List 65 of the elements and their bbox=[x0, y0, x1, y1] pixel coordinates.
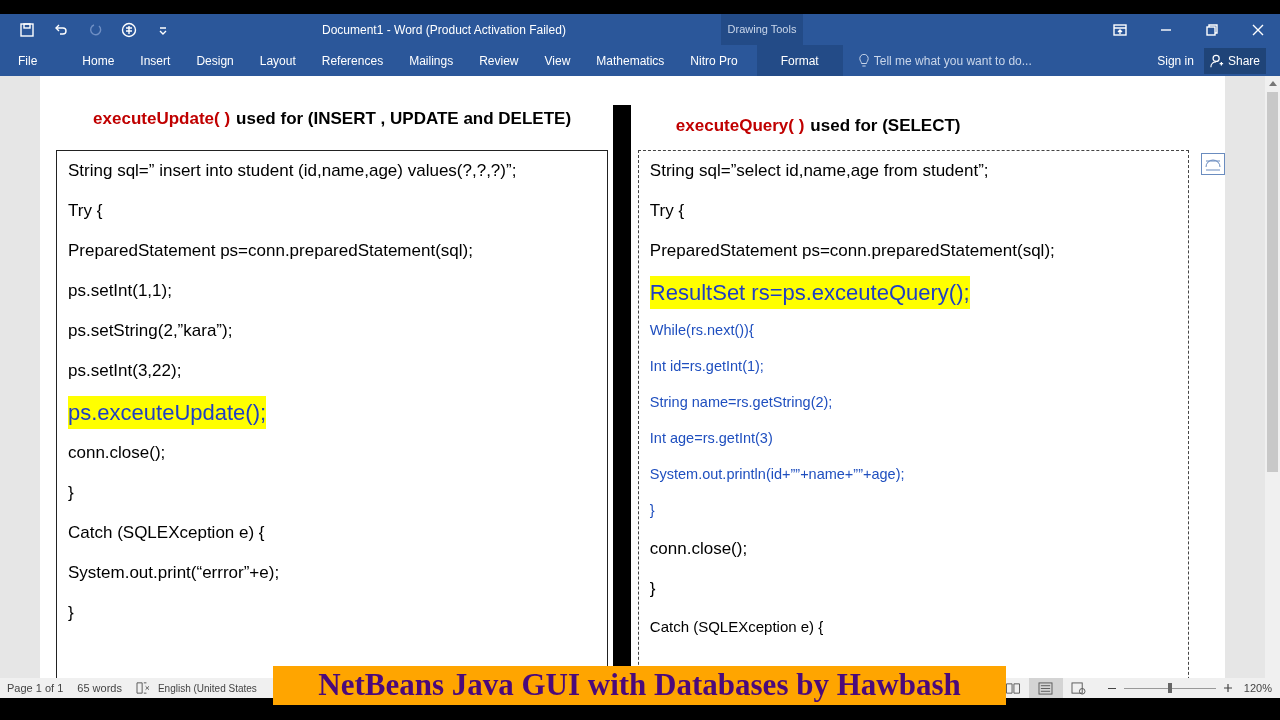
scrollbar-thumb[interactable] bbox=[1267, 92, 1278, 472]
ribbon-tab[interactable]: References bbox=[308, 45, 397, 76]
code-line: } bbox=[68, 482, 74, 505]
web-layout-icon[interactable] bbox=[1070, 681, 1086, 695]
code-line: } bbox=[68, 602, 74, 625]
code-line: Int age=rs.getInt(3) bbox=[649, 429, 773, 449]
method-name: executeQuery( ) bbox=[675, 115, 805, 138]
zoom-slider[interactable] bbox=[1123, 683, 1216, 693]
code-line: Try { bbox=[68, 200, 103, 223]
window-title: Document1 - Word (Product Activation Failed) bbox=[322, 21, 566, 39]
code-line: PreparedStatement ps=conn.preparedStatement(sql); bbox=[649, 240, 1055, 263]
code-line: String sql=” insert into student (id,name,age) values(?,?,?)”; bbox=[68, 160, 517, 183]
ribbon-tab[interactable]: Home bbox=[69, 45, 128, 76]
ribbon-tab[interactable]: Mathematics bbox=[583, 45, 678, 76]
tell-me-field[interactable]: Tell me what you want to do... bbox=[858, 51, 1032, 70]
person-icon bbox=[1209, 53, 1224, 68]
page-count[interactable]: Page 1 of 1 bbox=[7, 679, 64, 697]
language-status[interactable]: English (United States bbox=[157, 680, 257, 696]
heading-text: used for (SELECT) bbox=[810, 115, 961, 138]
share-button[interactable]: Share bbox=[1203, 47, 1266, 74]
ribbon-tab[interactable]: View bbox=[531, 45, 584, 76]
code-line: conn.close(); bbox=[68, 442, 166, 465]
read-mode-icon[interactable] bbox=[1004, 681, 1021, 695]
sign-in-link[interactable]: Sign in bbox=[1157, 51, 1194, 70]
code-line: Catch (SQLEXception e) { bbox=[68, 522, 265, 545]
word-count[interactable]: 65 words bbox=[77, 679, 122, 697]
lightbulb-icon bbox=[858, 53, 869, 68]
code-line: Try { bbox=[649, 200, 685, 223]
ribbon-tab[interactable]: Design bbox=[183, 45, 247, 76]
ribbon-tab[interactable]: Nitro Pro bbox=[677, 45, 751, 76]
code-line: } bbox=[649, 501, 655, 521]
method-name: executeUpdate( ) bbox=[93, 108, 231, 131]
code-line: Int id=rs.getInt(1); bbox=[649, 357, 764, 377]
zoom-level[interactable]: 120% bbox=[1243, 679, 1272, 697]
layout-options-icon[interactable] bbox=[1201, 153, 1225, 175]
code-line: String sql=”select id,name,age from student”; bbox=[649, 160, 989, 183]
code-line: Catch (SQLEXception e) { bbox=[649, 617, 824, 638]
ribbon-tab[interactable]: Insert bbox=[127, 45, 184, 76]
ribbon-tab[interactable]: Layout bbox=[246, 45, 309, 76]
code-line: } bbox=[649, 578, 656, 601]
ribbon-tab[interactable]: Format bbox=[756, 45, 843, 76]
title-banner: NetBeans Java GUI with Databases by Hawbash bbox=[273, 666, 1006, 705]
code-line: System.out.print(“errror”+e); bbox=[68, 562, 280, 585]
ribbon-tab[interactable]: File bbox=[10, 45, 46, 76]
code-line: ps.setString(2,”kara”); bbox=[68, 320, 233, 343]
print-layout-icon bbox=[1038, 681, 1054, 695]
ribbon-display-icon[interactable] bbox=[1112, 21, 1128, 38]
ribbon-tab[interactable]: Review bbox=[466, 45, 532, 76]
code-line: String name=rs.getString(2); bbox=[649, 393, 833, 413]
proofing-icon[interactable] bbox=[135, 682, 150, 694]
ribbon-tab[interactable]: Mailings bbox=[396, 45, 467, 76]
contextual-group-label: Drawing Tools bbox=[721, 14, 803, 45]
code-line: PreparedStatement ps=conn.preparedStatement(sql); bbox=[68, 240, 473, 263]
code-line: conn.close(); bbox=[649, 538, 748, 561]
restore-icon[interactable] bbox=[1204, 21, 1220, 38]
code-line: ps.setInt(3,22); bbox=[68, 360, 182, 383]
zoom-in-icon[interactable] bbox=[1223, 684, 1232, 692]
heading-text: used for (INSERT , UPDATE and DELETE) bbox=[236, 108, 572, 131]
code-line: System.out.println(id+””+name+””+age); bbox=[649, 465, 905, 485]
code-line: ps.setInt(1,1); bbox=[68, 280, 172, 303]
print-layout-button[interactable] bbox=[1028, 678, 1063, 698]
code-line: While(rs.next()){ bbox=[649, 321, 754, 341]
touch-mode-icon[interactable] bbox=[121, 21, 137, 38]
scroll-up-arrow-icon[interactable] bbox=[1268, 81, 1277, 86]
save-icon[interactable] bbox=[19, 21, 35, 38]
